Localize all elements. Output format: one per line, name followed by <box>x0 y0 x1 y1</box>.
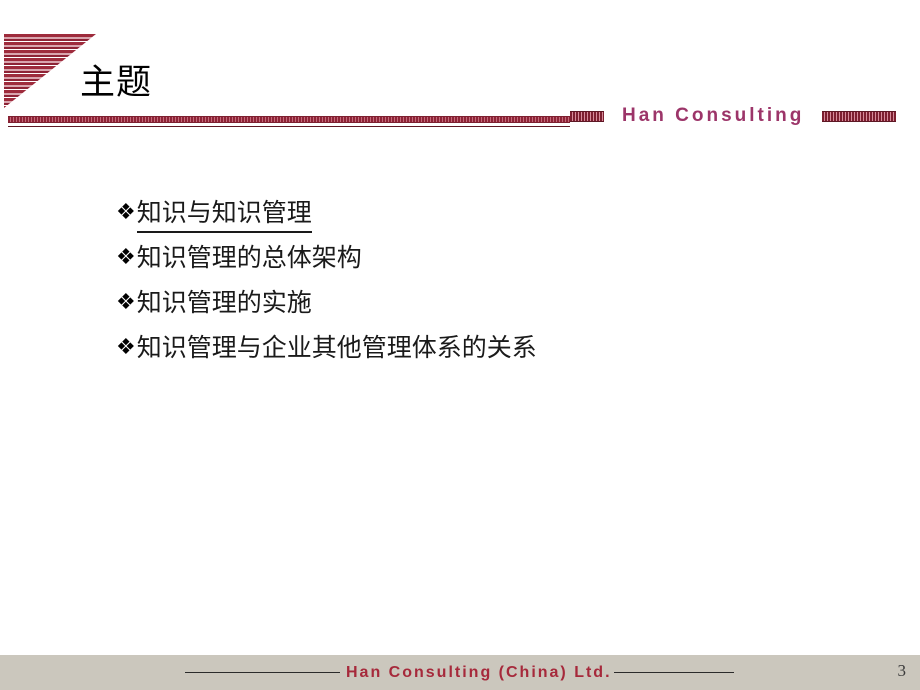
diamond-bullet-icon: ❖ <box>116 200 136 225</box>
list-item-label: 知识管理的实施 <box>136 288 312 317</box>
brand-name: Han Consulting <box>622 105 805 126</box>
list-item[interactable]: ❖ 知识管理的实施 <box>116 286 856 331</box>
list-item[interactable]: ❖ 知识与知识管理 <box>116 196 856 241</box>
page-title: 主题 <box>80 63 153 103</box>
list-item[interactable]: ❖ 知识管理与企业其他管理体系的关系 <box>116 331 856 376</box>
diamond-bullet-icon: ❖ <box>116 290 136 315</box>
list-item-label: 知识与知识管理 <box>136 196 312 233</box>
list-item[interactable]: ❖ 知识管理的总体架构 <box>116 241 856 286</box>
bullet-list: ❖ 知识与知识管理 ❖ 知识管理的总体架构 ❖ 知识管理的实施 ❖ 知识管理与企… <box>116 196 856 376</box>
diamond-bullet-icon: ❖ <box>116 245 136 270</box>
striped-dash-icon-right <box>822 110 897 122</box>
diamond-bullet-icon: ❖ <box>116 335 136 360</box>
footer-brand-label: Han Consulting (China) Ltd. <box>346 663 612 681</box>
list-item-label: 知识管理的总体架构 <box>136 243 362 272</box>
footer-rule-right <box>613 672 734 673</box>
slide-canvas: 主题 Han Consulting ❖ 知识与知识管理 ❖ 知识管理的总体架构 … <box>0 0 920 690</box>
page-number: 3 <box>897 661 907 680</box>
striped-dash-icon-left <box>570 110 604 122</box>
footer-rule-left <box>185 672 340 673</box>
list-item-label: 知识管理与企业其他管理体系的关系 <box>136 333 537 362</box>
slide-footer: Han Consulting (China) Ltd. 3 <box>0 655 920 690</box>
slide-header: 主题 Han Consulting <box>0 0 920 140</box>
brand-block: Han Consulting <box>570 100 912 132</box>
